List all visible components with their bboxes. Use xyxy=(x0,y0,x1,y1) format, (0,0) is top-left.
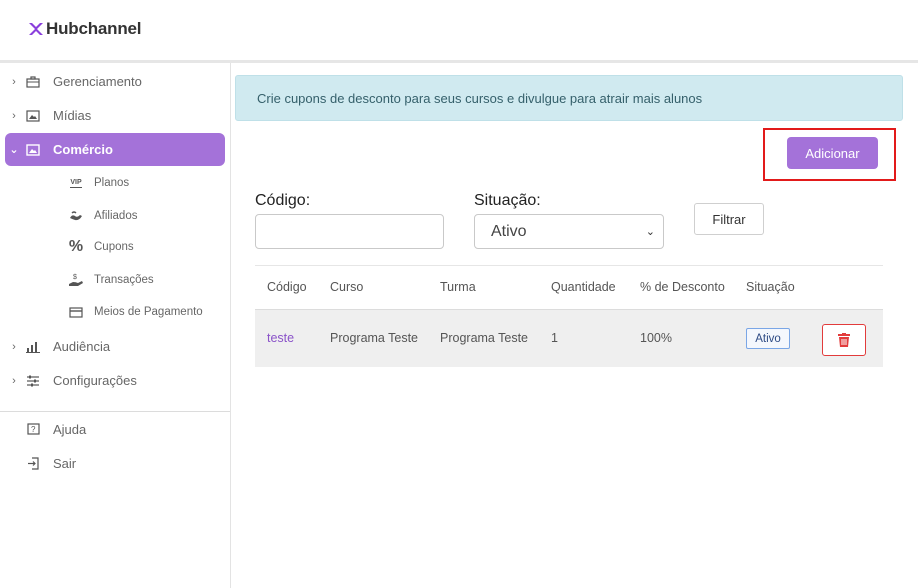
status-select-value: Ativo xyxy=(491,222,527,240)
sidebar-subitem-meios-de-pagamento[interactable]: Meios de Pagamento xyxy=(68,300,203,324)
sidebar-divider xyxy=(0,411,230,412)
svg-text:$: $ xyxy=(73,274,77,281)
column-header: % de Desconto xyxy=(640,280,725,294)
trash-icon xyxy=(838,333,850,347)
help-icon: ? xyxy=(25,423,41,437)
logout-icon xyxy=(25,457,41,471)
sidebar-item-label: Sair xyxy=(53,456,77,471)
sidebar-item-configuracoes[interactable]: › Configurações xyxy=(5,364,225,397)
chevron-right-icon: › xyxy=(12,374,16,387)
sidebar-subitem-label: Planos xyxy=(94,177,130,189)
credit-card-icon xyxy=(68,306,84,318)
coupon-code-link[interactable]: teste xyxy=(267,310,294,367)
status-badge: Ativo xyxy=(746,328,790,349)
quantity-cell: 1 xyxy=(551,331,558,345)
sidebar-item-label: Audiência xyxy=(53,339,111,354)
status-filter-label: Situação: xyxy=(474,192,541,209)
sidebar-subitem-transacoes[interactable]: $ Transações xyxy=(68,268,154,292)
chevron-down-icon: ⌄ xyxy=(645,226,655,238)
add-button[interactable]: Adicionar xyxy=(787,137,878,169)
filter-button[interactable]: Filtrar xyxy=(694,203,764,235)
sidebar-subitem-afiliados[interactable]: Afiliados xyxy=(68,204,137,228)
image-folder-icon xyxy=(25,109,41,123)
bar-chart-icon xyxy=(25,340,41,354)
logo[interactable]: Hubchannel xyxy=(28,19,141,39)
code-filter-label: Código: xyxy=(255,192,311,209)
column-header: Situação xyxy=(746,280,795,294)
sidebar-subitem-label: Afiliados xyxy=(94,210,138,222)
status-select[interactable]: Ativo ⌄ xyxy=(474,214,664,249)
sidebar-subitem-cupons[interactable]: % Cupons xyxy=(68,235,134,259)
sidebar-item-comercio[interactable]: ⌄ Comércio xyxy=(5,133,225,166)
class-cell: Programa Teste xyxy=(440,331,529,345)
code-input[interactable] xyxy=(255,214,444,249)
sidebar-subitem-label: Cupons xyxy=(94,241,134,253)
briefcase-icon xyxy=(25,75,41,89)
column-header: Turma xyxy=(440,280,476,294)
sidebar-subitem-planos[interactable]: VIP Planos xyxy=(68,171,129,195)
sidebar-item-label: Gerenciamento xyxy=(53,74,142,89)
sidebar-item-midias[interactable]: › Mídias xyxy=(5,99,225,132)
chevron-right-icon: › xyxy=(12,340,16,353)
table-header: Código Curso Turma Quantidade % de Desco… xyxy=(255,265,883,310)
sidebar: › Gerenciamento › Mídias ⌄ Comércio VIP … xyxy=(0,63,231,588)
sliders-icon xyxy=(25,374,41,388)
chevron-right-icon: › xyxy=(12,75,16,88)
chevron-right-icon: › xyxy=(12,109,16,122)
sidebar-subitem-label: Meios de Pagamento xyxy=(94,306,203,318)
chevron-down-icon: ⌄ xyxy=(9,144,19,156)
sidebar-item-label: Configurações xyxy=(53,373,137,388)
logo-text: Hubchannel xyxy=(46,19,142,38)
svg-text:?: ? xyxy=(31,425,36,434)
logo-mark-icon xyxy=(29,23,43,35)
info-banner: Crie cupons de desconto para seus cursos… xyxy=(235,75,903,121)
percent-icon: % xyxy=(68,238,84,255)
image-icon xyxy=(25,143,41,157)
money-hand-icon: $ xyxy=(68,273,84,287)
sidebar-item-label: Ajuda xyxy=(53,422,87,437)
table-row: teste Programa Teste Programa Teste 1 10… xyxy=(255,310,883,367)
coupons-table: Código Curso Turma Quantidade % de Desco… xyxy=(255,265,883,367)
top-bar: Hubchannel xyxy=(0,0,918,60)
column-header: Código xyxy=(267,280,307,294)
column-header: Curso xyxy=(330,280,364,294)
sidebar-item-ajuda[interactable]: ? Ajuda xyxy=(5,413,225,446)
course-cell: Programa Teste xyxy=(330,331,419,345)
sidebar-item-gerenciamento[interactable]: › Gerenciamento xyxy=(5,65,225,98)
sidebar-item-label: Mídias xyxy=(53,108,92,123)
discount-cell: 100% xyxy=(640,331,672,345)
handshake-icon xyxy=(68,210,84,222)
sidebar-item-sair[interactable]: Sair xyxy=(5,447,225,480)
column-header: Quantidade xyxy=(551,280,616,294)
vip-icon: VIP xyxy=(70,178,82,188)
delete-button[interactable] xyxy=(822,324,866,356)
sidebar-subitem-label: Transações xyxy=(94,274,154,286)
sidebar-item-audiencia[interactable]: › Audiência xyxy=(5,330,225,363)
sidebar-item-label: Comércio xyxy=(53,142,113,157)
